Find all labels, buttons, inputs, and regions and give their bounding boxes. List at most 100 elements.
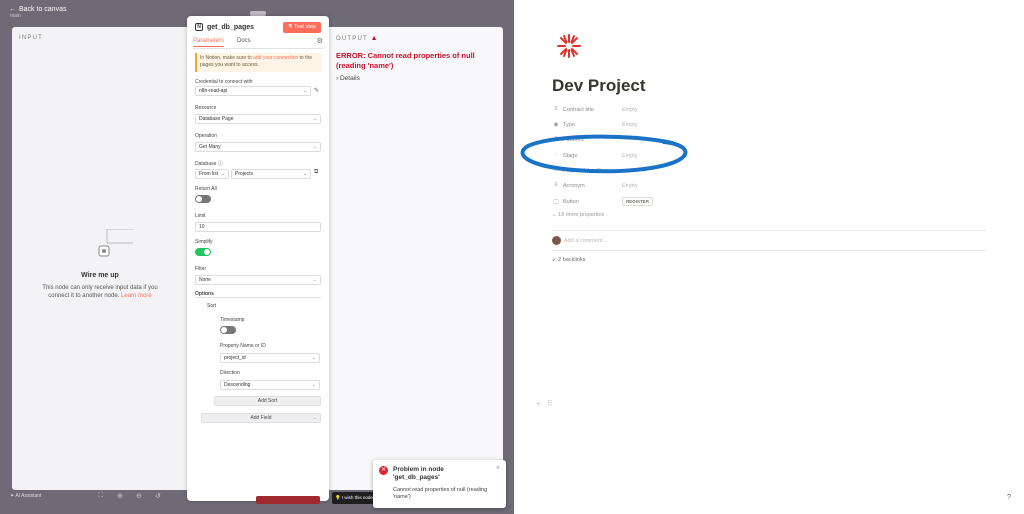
ai-assistant-label: AI Assistant — [15, 493, 42, 499]
property-acronym[interactable]: ≡ Acronym Empty — [552, 181, 852, 193]
node-tabs: Parameters Docs — [193, 38, 323, 49]
node-name[interactable]: get_db_pages — [207, 24, 254, 31]
return-all-toggle[interactable] — [195, 195, 211, 203]
help-icon[interactable]: ? — [1007, 494, 1011, 501]
fit-view-icon[interactable]: ⛶ — [98, 492, 103, 500]
external-link-icon[interactable]: ⧉ — [314, 169, 318, 176]
page-title[interactable]: Dev Project — [552, 76, 646, 96]
wire-title: Wire me up — [81, 272, 119, 279]
error-message: ERROR: Cannot read properties of null (r… — [336, 51, 475, 70]
property-name: Type — [563, 122, 575, 128]
property-name: Proposal deadline — [563, 168, 608, 174]
credential-value: n8n-read-api — [199, 88, 228, 94]
arrow-left-icon: ← — [9, 6, 16, 13]
simplify-toggle[interactable] — [195, 248, 211, 256]
credential-label: Credential to connect with — [195, 79, 253, 85]
wire-description: This node can only receive input data if… — [37, 284, 163, 300]
input-title: INPUT — [19, 35, 43, 41]
limit-label: Limit — [195, 213, 206, 219]
test-step-button[interactable]: ⚗ Test step — [282, 22, 321, 33]
property-name: Partners — [563, 137, 584, 143]
credential-select[interactable]: n8n-read-api ⌄ — [195, 86, 311, 96]
return-all-label: Return All — [195, 186, 217, 192]
direction-value: Descending — [224, 382, 251, 388]
property-type[interactable]: ◉ Type Empty — [552, 120, 852, 132]
chevron-down-icon: ⌄ — [220, 171, 225, 177]
resource-value: Database Page — [199, 116, 234, 122]
resource-label: Resource — [195, 105, 217, 111]
close-icon[interactable]: × — [496, 465, 500, 472]
reset-zoom-icon[interactable]: ↺ — [155, 492, 161, 500]
database-value: Projects — [235, 171, 254, 177]
error-toast: ✕ Problem in node 'get_db_pages' × Canno… — [373, 460, 506, 508]
comment-placeholder: Add a comment... — [564, 237, 608, 244]
register-button[interactable]: REGISTER — [622, 197, 654, 206]
operation-select[interactable]: Get Many ⌄ — [195, 142, 321, 152]
property-proposal[interactable]: ≡ Proposal deadline — [552, 166, 852, 178]
zoom-out-icon[interactable]: ⊖ — [136, 492, 142, 500]
node-parameters-panel: N get_db_pages ⚗ Test step Parameters Do… — [187, 16, 329, 501]
zoom-in-icon[interactable]: ⊕ — [117, 492, 123, 500]
n8n-node-editor: ← Back to canvas main INPUT Wire me up T… — [0, 0, 514, 514]
error-icon: ✕ — [379, 466, 388, 475]
wish-bar[interactable]: 💡 I wish this node — [332, 492, 374, 504]
wish-label: I wish this node — [341, 495, 373, 500]
database-mode: From list — [199, 171, 219, 177]
tab-parameters[interactable]: Parameters — [193, 38, 225, 47]
property-partners[interactable]: ≡ Partners — [552, 135, 852, 147]
notion-connection-notice: In Notion, make sure to add your connect… — [195, 53, 321, 72]
toast-title: Problem in node 'get_db_pages' — [393, 466, 444, 481]
ai-assistant-button[interactable]: ✦ AI Assistant — [10, 493, 41, 499]
property-stage[interactable]: ◌ Stage Empty — [552, 151, 852, 163]
property-value: Empty — [622, 107, 638, 113]
add-sort-button[interactable]: Add Sort — [214, 396, 321, 406]
node-header: N get_db_pages — [195, 23, 254, 31]
acronym-icon: ≡ — [554, 182, 558, 188]
simplify-label: Simplify — [195, 239, 213, 245]
property-value: Empty — [622, 122, 638, 128]
notice-text-pre: In Notion, make sure to — [200, 55, 254, 61]
property-contract-title[interactable]: ≡ Contract title Empty — [552, 105, 852, 117]
filter-value: None — [199, 277, 211, 283]
chevron-down-icon: ⌄ — [302, 88, 307, 94]
learn-more-link[interactable]: Learn more — [121, 293, 152, 299]
more-properties-label: 18 more properties — [558, 212, 605, 218]
page-logo-icon — [557, 34, 581, 58]
timestamp-toggle[interactable] — [220, 326, 236, 334]
pencil-icon[interactable]: ✎ — [314, 87, 319, 94]
details-label: Details — [339, 75, 360, 82]
chevron-down-icon: ⌄ — [312, 277, 317, 283]
database-mode-select[interactable]: From list ⌄ — [195, 169, 229, 179]
resource-select[interactable]: Database Page ⌄ — [195, 114, 321, 124]
block-drag-handle-icon[interactable]: + ⠿ — [536, 399, 555, 408]
limit-input[interactable]: 10 — [195, 222, 321, 232]
add-connection-link[interactable]: add your connection — [253, 55, 298, 61]
back-to-canvas-button[interactable]: ← Back to canvas — [9, 6, 66, 13]
property-name: Acronym — [563, 183, 585, 189]
direction-select[interactable]: Descending ⌄ — [220, 380, 320, 390]
property-value: Empty — [622, 153, 638, 159]
proposal-icon: ≡ — [554, 167, 558, 173]
partners-icon: ≡ — [554, 136, 558, 142]
property-button: ▢ Button REGISTER — [552, 197, 852, 209]
operation-value: Get Many — [199, 144, 221, 150]
property-select[interactable]: project_id ⌄ — [220, 353, 320, 363]
add-field-button[interactable]: Add Field ⌄ — [201, 413, 321, 423]
database-select[interactable]: Projects ⌄ — [231, 169, 311, 179]
more-properties-toggle[interactable]: ⌄ 18 more properties — [552, 212, 604, 218]
sort-label: Sort — [207, 303, 217, 309]
gear-icon[interactable]: ⚙ — [317, 37, 323, 45]
database-label: Database — [195, 161, 217, 167]
comment-input[interactable]: Add a comment... — [552, 236, 607, 245]
backlinks-toggle[interactable]: ↙ 2 backlinks — [552, 257, 585, 263]
property-name: Button — [563, 199, 579, 205]
divider — [552, 230, 987, 231]
type-icon: ◉ — [553, 122, 559, 128]
chevron-down-icon: ⌄ — [311, 355, 316, 361]
timestamp-label: Timestamp — [220, 317, 245, 323]
input-panel: INPUT Wire me up This node can only rece… — [12, 27, 188, 490]
tab-docs[interactable]: Docs — [237, 38, 251, 44]
filter-select[interactable]: None ⌄ — [195, 275, 321, 285]
details-toggle[interactable]: › Details — [336, 75, 360, 82]
stage-icon: ◌ — [554, 152, 558, 158]
